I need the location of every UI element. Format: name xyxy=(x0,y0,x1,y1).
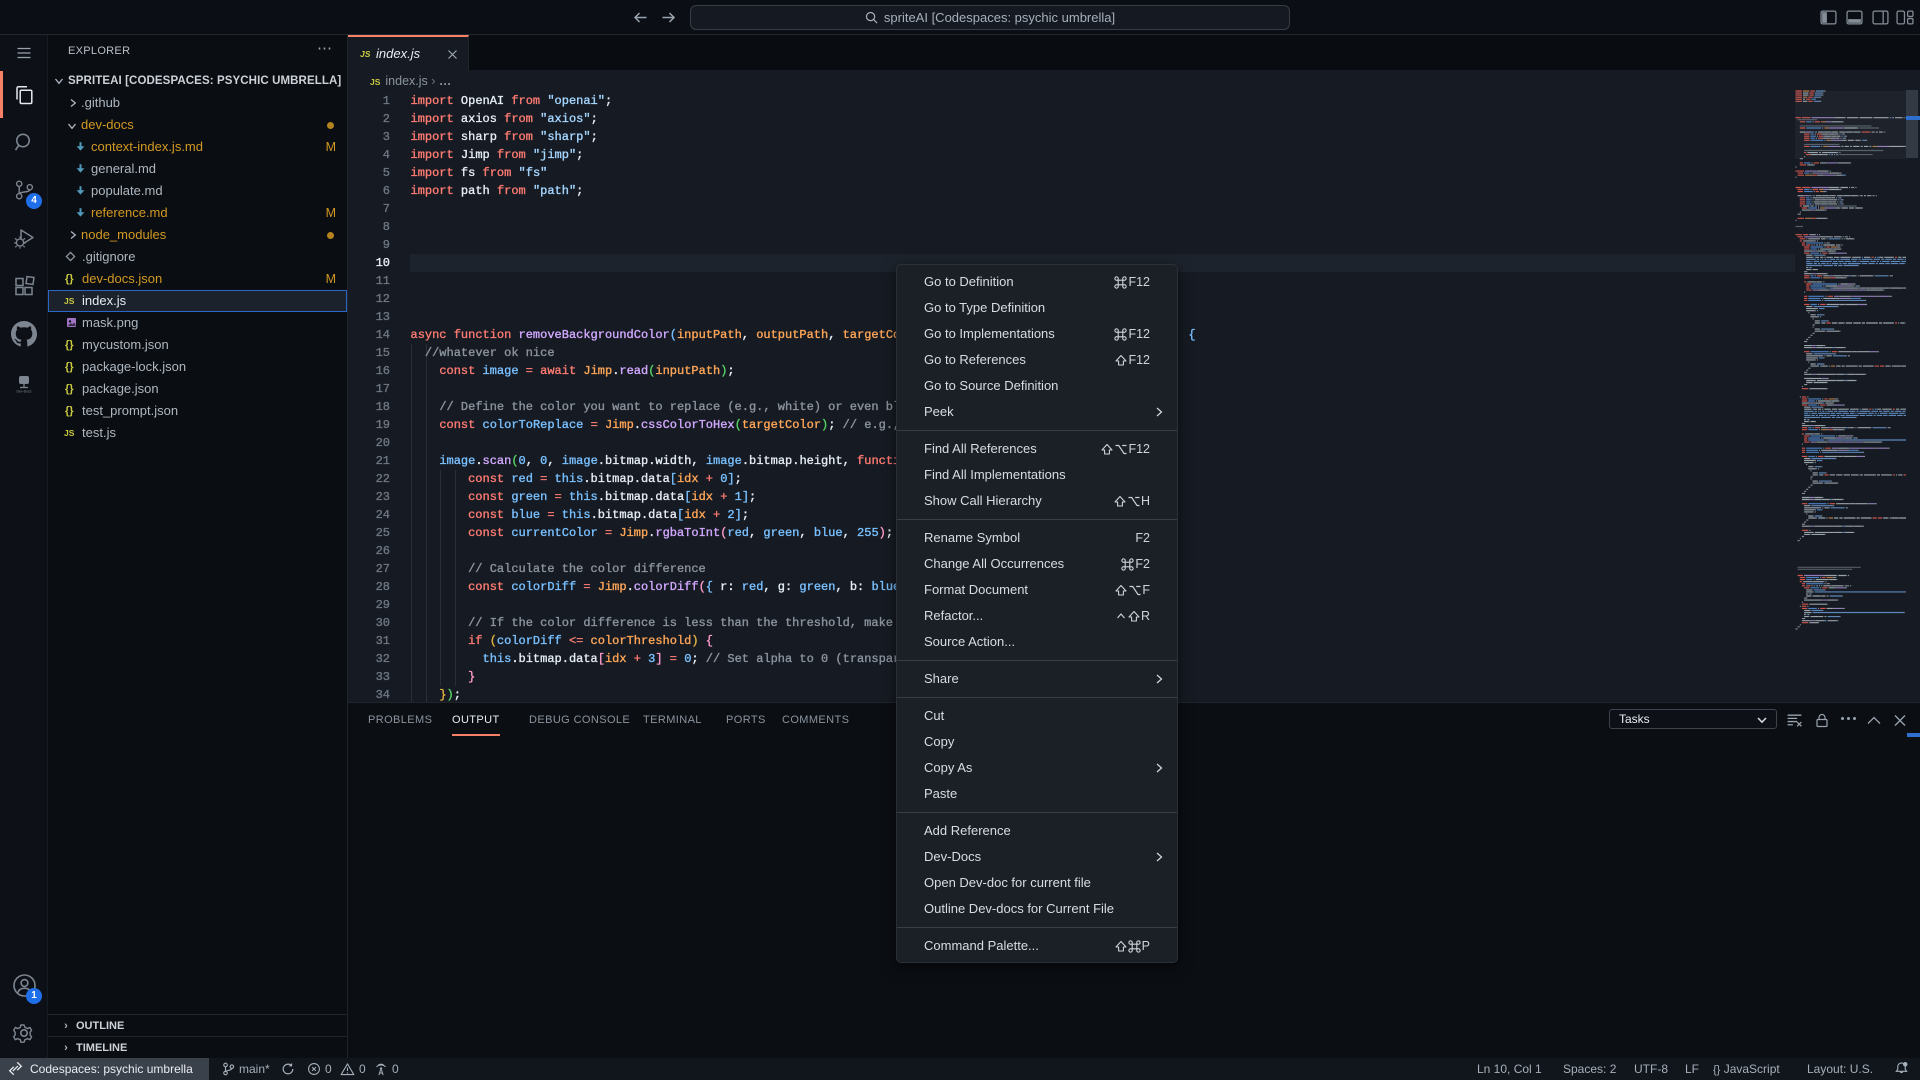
svg-text:Dev-Docs: Dev-Docs xyxy=(17,390,32,394)
